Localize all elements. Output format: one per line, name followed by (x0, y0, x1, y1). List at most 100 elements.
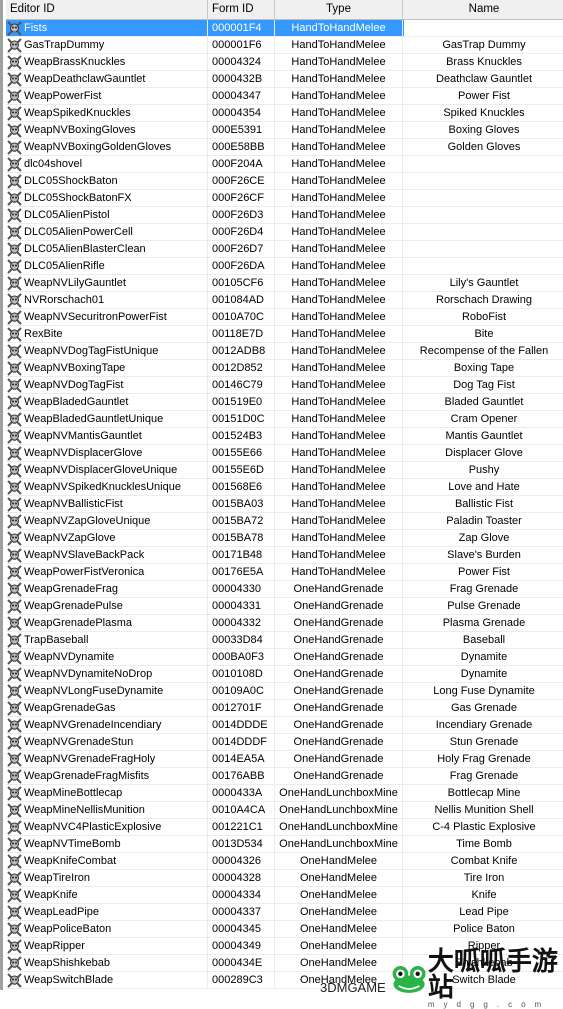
table-row[interactable]: WeapNVSlaveBackPack 00171B48 HandToHandMel… (6, 547, 563, 564)
cell-form-id: 000F26D4 (208, 224, 275, 240)
table-row[interactable]: WeapNVC4PlasticExplosive 001221C1 OneHandL… (6, 819, 563, 836)
cell-type: OneHandGrenade (275, 666, 403, 682)
table-row[interactable]: WeapBladedGauntlet 001519E0 HandToHandMele… (6, 394, 563, 411)
cell-name: Lily's Gauntlet (403, 275, 563, 291)
table-row[interactable]: WeapNVGrenadeFragHoly 0014EA5A OneHandGren… (6, 751, 563, 768)
cell-editor-id: WeapNVSecuritronPowerFist (6, 309, 208, 325)
table-row[interactable]: DLC05AlienRifle 000F26DA HandToHandMelee (6, 258, 563, 275)
table-row[interactable]: DLC05ShockBaton 000F26CE HandToHandMelee (6, 173, 563, 190)
table-row[interactable]: TrapBaseball 00033D84 OneHandGrenade Baseba… (6, 632, 563, 649)
table-row[interactable]: WeapNVDogTagFistUnique 0012ADB8 HandToHand… (6, 343, 563, 360)
cell-text: WeapNVGrenadeStun (24, 735, 134, 748)
cell-type: HandToHandMelee (275, 20, 403, 36)
table-row[interactable]: WeapNVBoxingGoldenGloves 000E58BB HandToHa… (6, 139, 563, 156)
table-row[interactable]: WeapBladedGauntletUnique 00151D0C HandToHa… (6, 411, 563, 428)
table-row[interactable]: WeapDeathclawGauntlet 0000432B HandToHandM… (6, 71, 563, 88)
table-row[interactable]: WeapPowerFist 00004347 HandToHandMelee Powe… (6, 88, 563, 105)
table-row[interactable]: WeapNVTimeBomb 0013D534 OneHandLunchboxMin… (6, 836, 563, 853)
column-header-editor-id[interactable]: Editor ID (6, 0, 208, 19)
table-row[interactable]: WeapNVSecuritronPowerFist 0010A70C HandToH… (6, 309, 563, 326)
table-row[interactable]: GasTrapDummy 000001F6 HandToHandMelee GasTr… (6, 37, 563, 54)
table-row[interactable]: WeapTireIron 00004328 OneHandMelee Tire Iro… (6, 870, 563, 887)
table-row[interactable]: NVRorschach01 001084AD HandToHandMelee Rors… (6, 292, 563, 309)
table-row[interactable]: Fists 000001F4 HandToHandMelee (6, 20, 563, 37)
weapon-icon (7, 598, 22, 614)
table-row[interactable]: WeapNVZapGloveUnique 0015BA72 HandToHandMe… (6, 513, 563, 530)
table-row[interactable]: WeapNVBallisticFist 0015BA03 HandToHandMel… (6, 496, 563, 513)
table-row[interactable]: WeapNVDynamiteNoDrop 0010108D OneHandGrena… (6, 666, 563, 683)
cell-form-id: 000F26CF (208, 190, 275, 206)
table-row[interactable]: DLC05ShockBatonFX 000F26CF HandToHandMelee (6, 190, 563, 207)
table-row[interactable]: WeapNVZapGlove 0015BA78 HandToHandMelee Zap… (6, 530, 563, 547)
table-row[interactable]: WeapSpikedKnuckles 00004354 HandToHandMele… (6, 105, 563, 122)
table-row[interactable]: WeapNVLongFuseDynamite 00109A0C OneHandGre… (6, 683, 563, 700)
cell-name: Paladin Toaster (403, 513, 563, 529)
cell-editor-id: WeapNVBallisticFist (6, 496, 208, 512)
table-row[interactable]: WeapPoliceBaton 00004345 OneHandMelee Polic… (6, 921, 563, 938)
table-row[interactable]: WeapBrassKnuckles 00004324 HandToHandMelee… (6, 54, 563, 71)
weapon-icon (7, 343, 22, 359)
table-row[interactable]: WeapNVDogTagFist 00146C79 HandToHandMelee D… (6, 377, 563, 394)
table-row[interactable]: WeapGrenadeGas 0012701F OneHandGrenade Gas … (6, 700, 563, 717)
table-row[interactable]: WeapNVSpikedKnucklesUnique 001568E6 HandTo… (6, 479, 563, 496)
cell-type: HandToHandMelee (275, 411, 403, 427)
cell-form-id: 0000432B (208, 71, 275, 87)
weapon-icon (7, 326, 22, 342)
cell-form-id: 0015BA72 (208, 513, 275, 529)
cell-editor-id: WeapSwitchBlade (6, 972, 208, 988)
table-row[interactable]: DLC05AlienBlasterClean 000F26D7 HandToHand… (6, 241, 563, 258)
table-row[interactable]: WeapKnifeCombat 00004326 OneHandMelee Comba… (6, 853, 563, 870)
table-row[interactable]: WeapMineNellisMunition 0010A4CA OneHandLun… (6, 802, 563, 819)
table-row[interactable]: WeapNVBoxingTape 0012D852 HandToHandMelee B… (6, 360, 563, 377)
cell-editor-id: WeapNVSlaveBackPack (6, 547, 208, 563)
table-row[interactable]: WeapKnife 00004334 OneHandMelee Knife (6, 887, 563, 904)
cell-type: OneHandGrenade (275, 649, 403, 665)
cell-name (403, 224, 563, 240)
weapon-icon (7, 717, 22, 733)
table-row[interactable]: WeapGrenadePulse 00004331 OneHandGrenade Pu… (6, 598, 563, 615)
table-row[interactable]: WeapNVGrenadeIncendiary 0014DDDE OneHandGr… (6, 717, 563, 734)
cell-form-id: 000001F6 (208, 37, 275, 53)
table-row[interactable]: RexBite 00118E7D HandToHandMelee Bite (6, 326, 563, 343)
table-row[interactable]: WeapNVBoxingGloves 000E5391 HandToHandMele… (6, 122, 563, 139)
column-header-form-id[interactable]: Form ID (208, 0, 275, 19)
cell-name: Cram Opener (403, 411, 563, 427)
table-row[interactable]: dlc04shovel 000F204A HandToHandMelee (6, 156, 563, 173)
weapon-icon (7, 581, 22, 597)
table-row[interactable]: WeapNVDisplacerGlove 00155E66 HandToHandMe… (6, 445, 563, 462)
table-row[interactable]: WeapNVDisplacerGloveUnique 00155E6D HandTo… (6, 462, 563, 479)
cell-editor-id: NVRorschach01 (6, 292, 208, 308)
cell-type: OneHandLunchboxMine (275, 819, 403, 835)
cell-editor-id: WeapNVLongFuseDynamite (6, 683, 208, 699)
table-row[interactable]: WeapNVDynamite 000BA0F3 OneHandGrenade Dyna… (6, 649, 563, 666)
table-row[interactable]: WeapNVGrenadeStun 0014DDDF OneHandGrenade S… (6, 734, 563, 751)
column-header-type[interactable]: Type (275, 0, 403, 19)
cell-editor-id: DLC05ShockBatonFX (6, 190, 208, 206)
cell-name: Incendiary Grenade (403, 717, 563, 733)
cell-form-id: 00155E66 (208, 445, 275, 461)
cell-text: Fists (24, 21, 48, 34)
table-row[interactable]: WeapNVLilyGauntlet 00105CF6 HandToHandMele… (6, 275, 563, 292)
cell-form-id: 001221C1 (208, 819, 275, 835)
cell-form-id: 00171B48 (208, 547, 275, 563)
cell-name (403, 173, 563, 189)
cell-editor-id: WeapKnife (6, 887, 208, 903)
table-row[interactable]: DLC05AlienPistol 000F26D3 HandToHandMelee (6, 207, 563, 224)
cell-editor-id: WeapTireIron (6, 870, 208, 886)
table-row[interactable]: WeapGrenadeFrag 00004330 OneHandGrenade Fra… (6, 581, 563, 598)
weapon-icon (7, 972, 22, 988)
table-row[interactable]: WeapGrenadeFragMisfits 00176ABB OneHandGre… (6, 768, 563, 785)
cell-text: DLC05ShockBaton (24, 174, 118, 187)
cell-form-id: 0010108D (208, 666, 275, 682)
table-row[interactable]: WeapGrenadePlasma 00004332 OneHandGrenade P… (6, 615, 563, 632)
table-row[interactable]: WeapNVMantisGauntlet 001524B3 HandToHandMe… (6, 428, 563, 445)
cell-form-id: 0014DDDE (208, 717, 275, 733)
table-row[interactable]: WeapMineBottlecap 0000433A OneHandLunchbox… (6, 785, 563, 802)
table-row[interactable]: WeapLeadPipe 00004337 OneHandMelee Lead Pip… (6, 904, 563, 921)
table-row[interactable]: WeapPowerFistVeronica 00176E5A HandToHandM… (6, 564, 563, 581)
cell-text: WeapGrenadePlasma (24, 616, 133, 629)
column-header-name[interactable]: Name (403, 0, 563, 19)
cell-type: OneHandLunchboxMine (275, 836, 403, 852)
cell-text: WeapMineNellisMunition (24, 803, 145, 816)
table-row[interactable]: DLC05AlienPowerCell 000F26D4 HandToHandMel… (6, 224, 563, 241)
